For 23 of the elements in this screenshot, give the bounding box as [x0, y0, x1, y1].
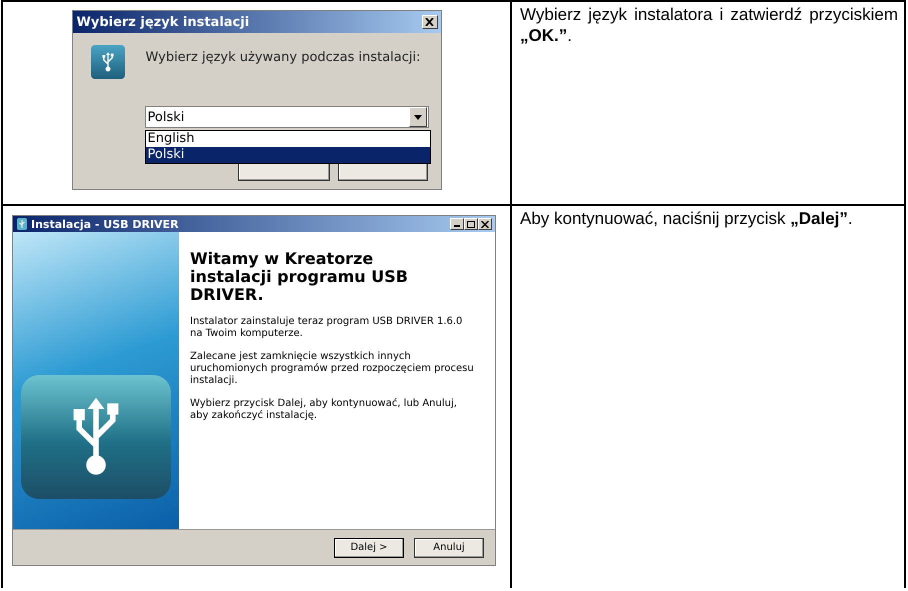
close-icon	[425, 18, 434, 26]
minimize-button[interactable]	[450, 218, 464, 230]
body-paragraph: Instalator zainstaluje teraz program USB DRIVER 1.6.0 na Twoim komputerze.	[190, 316, 464, 340]
language-dropdown[interactable]: Polski	[144, 106, 428, 128]
body-paragraph: Zalecane jest zamknięcie wszystkich innych uruchomionych programów przed rozpoczęciem procesu instalacji.	[190, 351, 475, 387]
window-title-text: Instalacja - USB DRIVER	[31, 218, 179, 230]
window-title: Wybierz język instalacji	[76, 14, 250, 30]
body-paragraph: Wybierz przycisk Dalej, aby kontynuować, lub Anuluj, aby zakończyć instalację.	[190, 398, 458, 422]
close-icon	[481, 220, 489, 228]
instruction-text: Wybierz język instalatora i zatwierdź przyciskiem „OK.”.	[520, 4, 898, 46]
close-button[interactable]	[422, 15, 438, 29]
cancel-button[interactable]: Anuluj	[414, 538, 484, 558]
usb-icon	[90, 45, 124, 79]
maximize-icon	[467, 220, 475, 228]
next-button[interactable]: Dalej >	[334, 538, 404, 558]
prompt-text: Wybierz język używany podczas instalacji:	[146, 50, 421, 65]
maximize-button[interactable]	[464, 218, 478, 230]
welcome-heading: Witamy w Kreatorze instalacji programu USB DRIVER.	[190, 250, 409, 304]
close-button[interactable]	[478, 218, 492, 230]
usb-icon	[17, 218, 27, 230]
instruction-text: Aby kontynuować, naciśnij przycisk „Dalej”.	[520, 208, 854, 229]
language-option[interactable]: Polski	[146, 147, 430, 163]
language-option[interactable]: English	[146, 131, 430, 147]
